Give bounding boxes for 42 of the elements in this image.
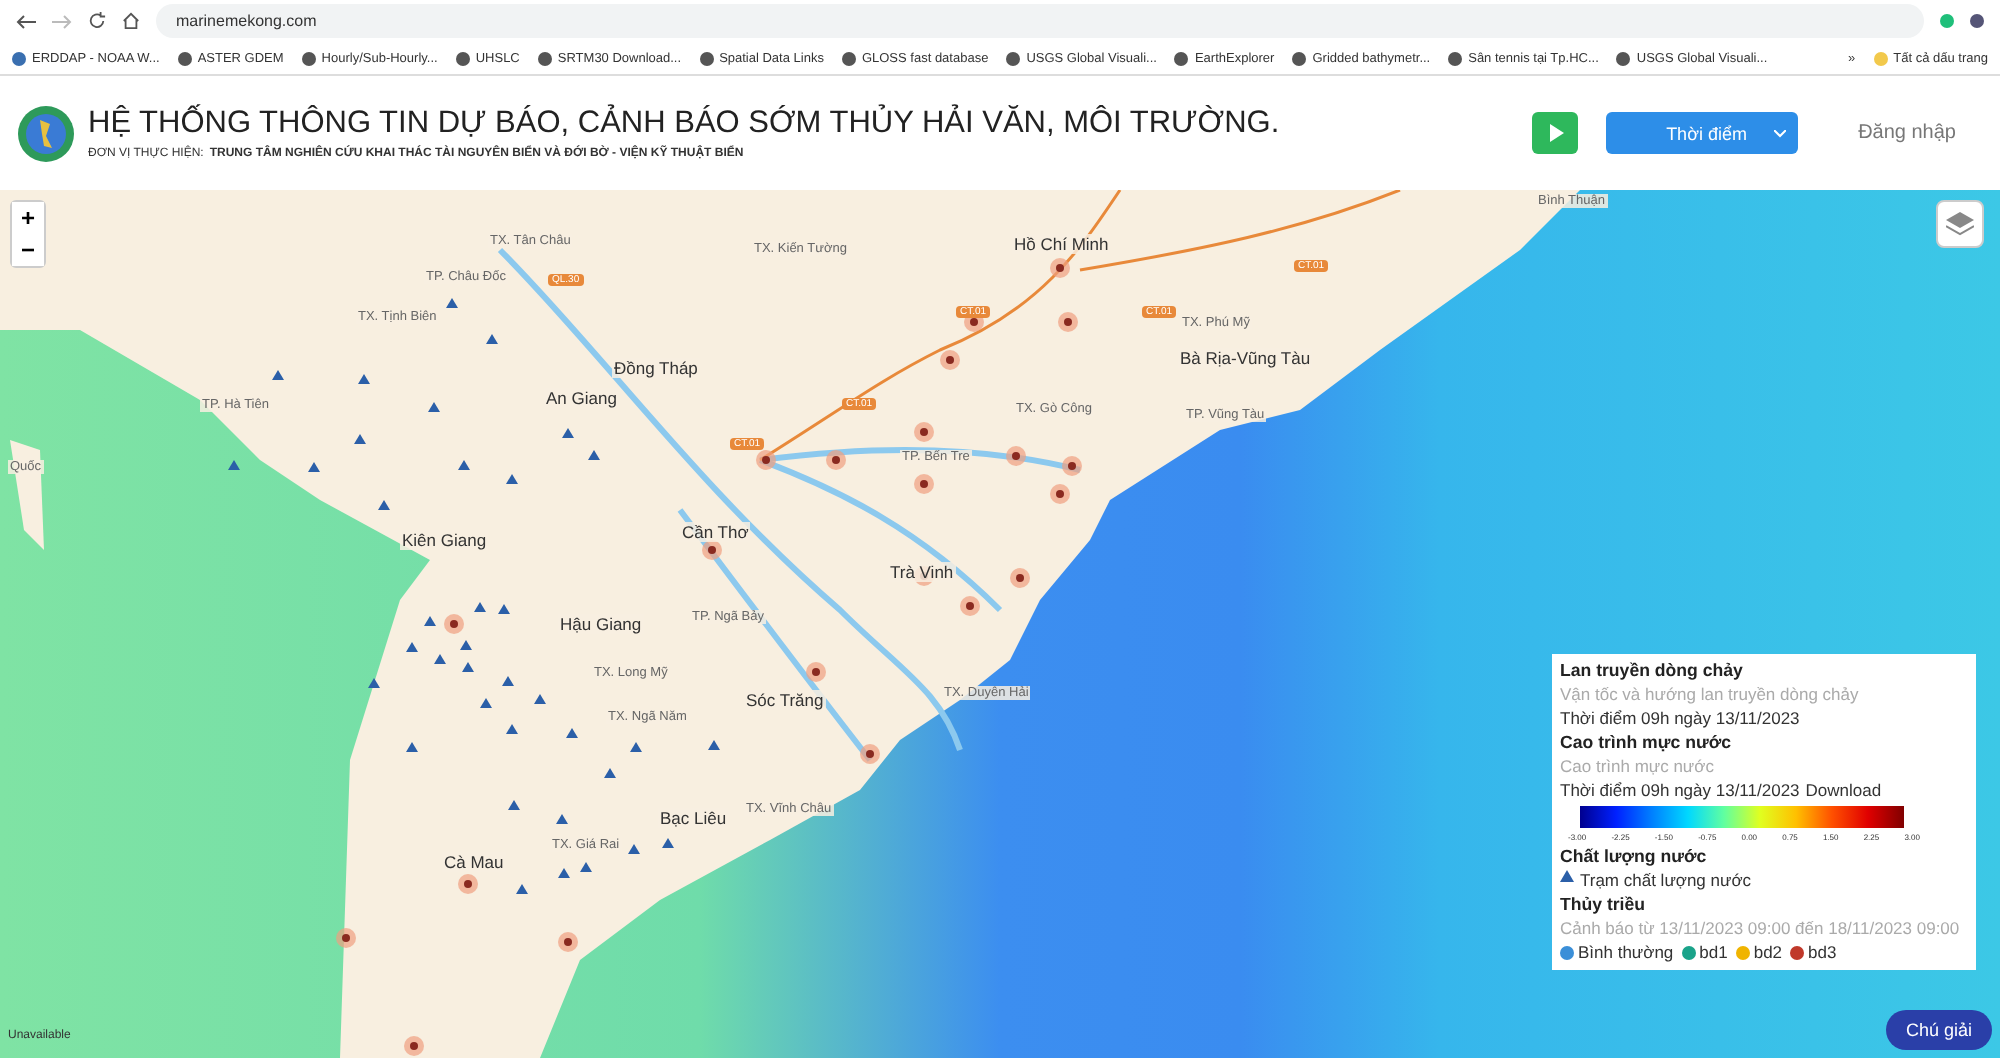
- place-label: An Giang: [544, 388, 619, 408]
- triangle-icon: [1560, 870, 1574, 882]
- reload-icon[interactable]: [88, 12, 106, 30]
- place-label: Hồ Chí Minh: [1012, 234, 1111, 254]
- home-icon[interactable]: [122, 12, 140, 30]
- download-link[interactable]: Download: [1805, 780, 1882, 800]
- map[interactable]: [0, 190, 2000, 1058]
- legend-item: Bình thường: [1578, 942, 1674, 962]
- site-title: HỆ THỐNG THÔNG TIN DỰ BÁO, CẢNH BÁO SỚM THỦY HẢI VĂN, MÔI TRƯỜNG.: [88, 106, 1282, 142]
- layers-button[interactable]: [1936, 200, 1984, 248]
- legend-heading: Lan truyền dòng chảy: [1560, 660, 1745, 680]
- caret-icon: [1774, 129, 1787, 137]
- legend-time: Thời điểm 09h ngày 13/11/2023: [1560, 708, 1800, 728]
- place-label: Cà Mau: [442, 852, 506, 872]
- legend-item: bd3: [1808, 942, 1837, 962]
- legend-description: Vận tốc và hướng lan truyền dòng chảy: [1560, 684, 1861, 704]
- place-label: Bà Rịa-Vũng Tàu: [1178, 348, 1313, 368]
- place-label: Hậu Giang: [558, 614, 644, 634]
- forward-arrow-icon[interactable]: [52, 13, 72, 29]
- back-arrow-icon[interactable]: [16, 13, 36, 29]
- legend-heading: Cao trình mực nước: [1560, 732, 1733, 752]
- login-link[interactable]: Đăng nhập: [1858, 122, 1956, 144]
- legend-description: Cao trình mực nước: [1560, 756, 1716, 776]
- place-label: Sóc Trăng: [744, 690, 826, 710]
- legend-button[interactable]: Chú giải: [1885, 1010, 1992, 1050]
- place-label: Bạc Liêu: [658, 808, 729, 828]
- legend-item: bd1: [1699, 942, 1728, 962]
- legend-time: Thời điểm 09h ngày 13/11/2023: [1560, 780, 1800, 800]
- play-button[interactable]: [1532, 112, 1579, 154]
- place-label: Trà Vinh: [888, 562, 956, 582]
- legend-heading: Thủy triều: [1560, 894, 1648, 914]
- legend-description: Cảnh báo từ 13/11/2023 09:00 đến 18/11/2023 09:00: [1560, 918, 1962, 938]
- layers-icon: [1946, 212, 1974, 236]
- legend-item: bd2: [1753, 942, 1783, 962]
- legend-item: Trạm chất lượng nước: [1580, 870, 1752, 890]
- legend-heading: Chất lượng nước: [1560, 846, 1709, 866]
- place-label: Đồng Tháp: [612, 358, 700, 378]
- play-icon: [1547, 124, 1564, 142]
- place-label: Cần Thơ: [680, 522, 751, 542]
- place-label: Kiên Giang: [400, 530, 489, 550]
- logo-icon: [16, 103, 76, 163]
- address-bar[interactable]: marinemekong.com: [156, 4, 1924, 38]
